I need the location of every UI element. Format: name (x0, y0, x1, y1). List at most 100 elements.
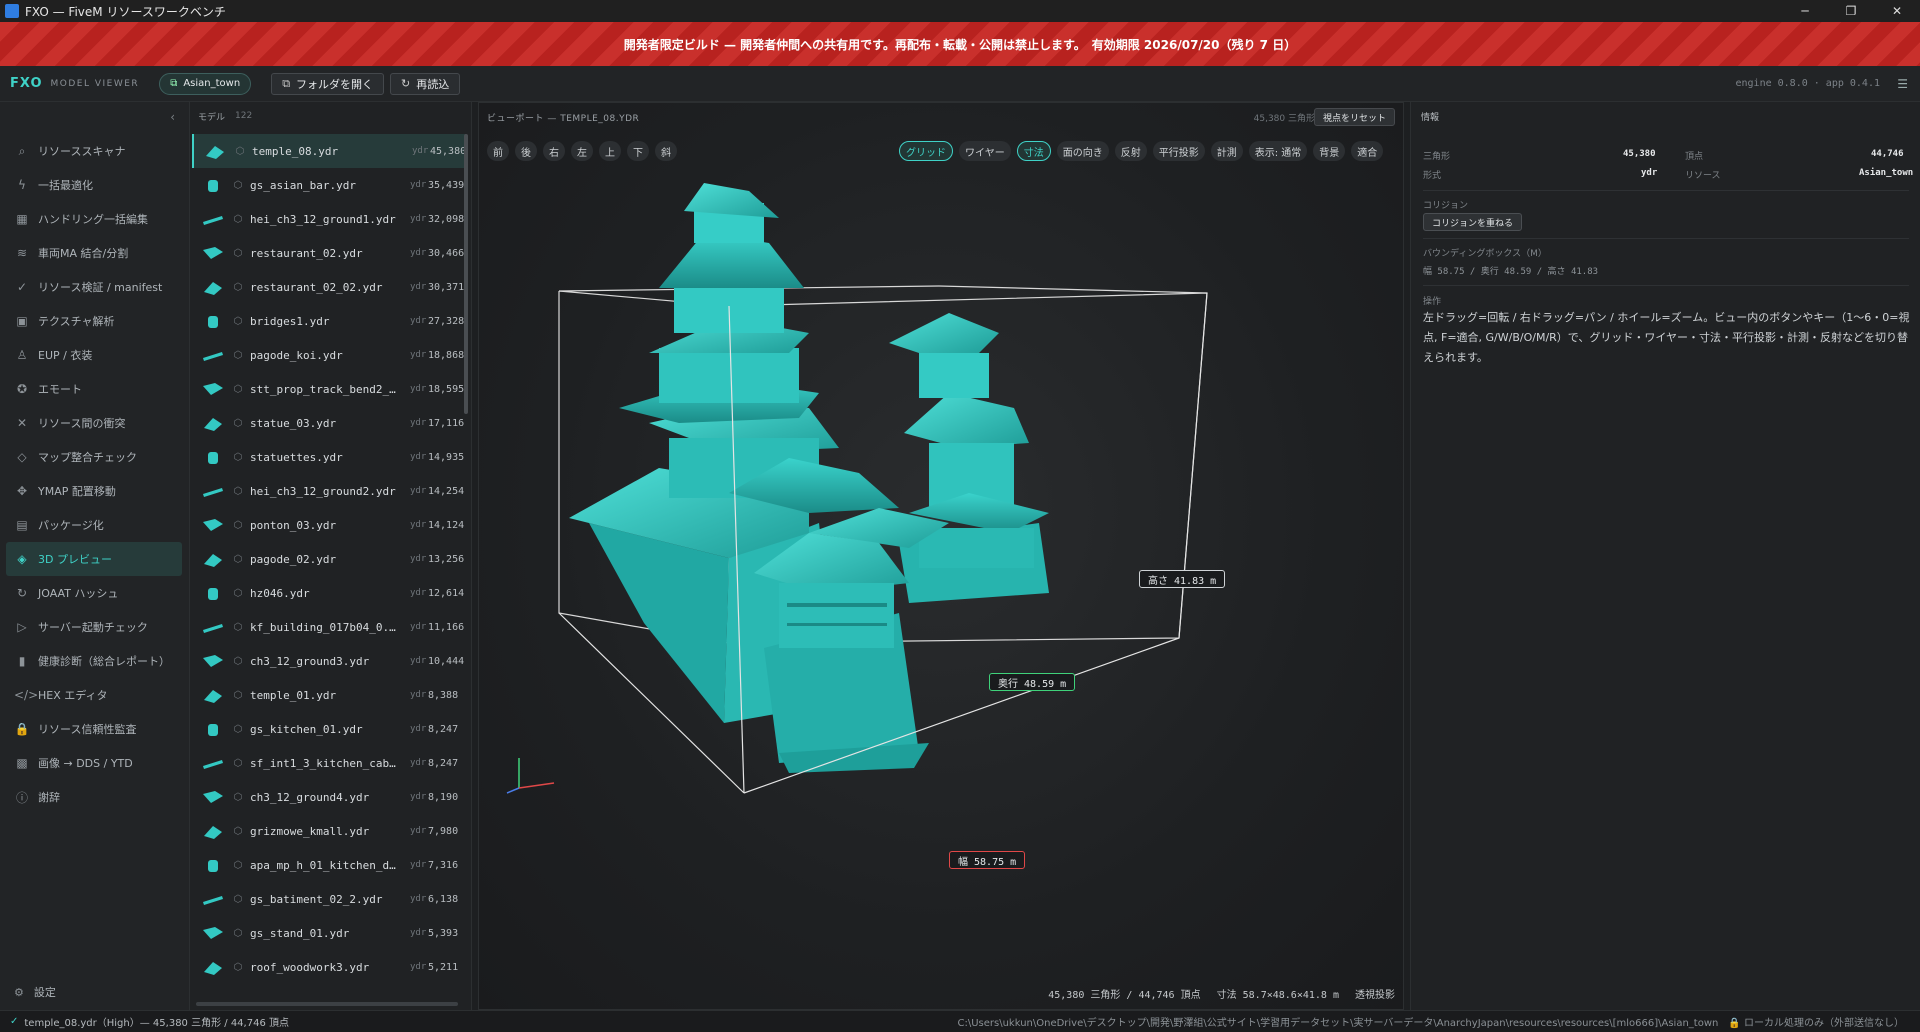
top-toolbar: FXO MODEL VIEWER ⧉ Asian_town ⧉ フォルダを開く … (0, 66, 1920, 102)
nav-item-16[interactable]: </> HEX エディタ (6, 678, 182, 712)
model-row[interactable]: ⬡ statuettes.ydr ydr 14,935 (192, 440, 466, 474)
package-icon: ▤ (16, 518, 28, 532)
settings-sliders-icon[interactable]: ☰ (1897, 77, 1908, 91)
model-row[interactable]: ⬡ ch3_12_ground4.ydr ydr 8,190 (192, 780, 466, 814)
cube-icon: ⬡ (233, 383, 243, 395)
model-row[interactable]: ⬡ stt_prop_track_bend2_bar_... ydr18,595 (192, 372, 466, 406)
model-name: grizmowe_kmall.ydr (250, 824, 370, 838)
refresh-icon: ↻ (16, 586, 28, 600)
model-ext: ydr (410, 214, 427, 224)
nav-item-17[interactable]: 🔒 リソース信頼性監査 (6, 712, 182, 746)
settings-button[interactable]: ⚙ 設定 (14, 984, 56, 1000)
model-thumbnail (200, 786, 226, 808)
nav-item-15[interactable]: ▮ 健康診断（総合レポート） (6, 644, 182, 678)
nav-item-4[interactable]: ✓ リソース検証 / manifest (6, 270, 182, 304)
nav-item-2[interactable]: ▦ ハンドリング一括編集 (6, 202, 182, 236)
model-ext: ydr (410, 928, 427, 938)
model-list-scrollbar[interactable] (464, 134, 468, 414)
collapse-sidebar-icon[interactable]: ‹ (170, 110, 175, 124)
nav-item-10[interactable]: ✥ YMAP 配置移動 (6, 474, 182, 508)
nav-item-8[interactable]: ✕ リソース間の衝突 (6, 406, 182, 440)
maximize-button[interactable]: ❐ (1828, 0, 1874, 22)
model-row[interactable]: ⬡ gs_asian_bar.ydr ydr 35,439 (192, 168, 466, 202)
model-thumbnail (200, 310, 226, 332)
model-ext: ydr (410, 384, 427, 394)
model-row[interactable]: ⬡ grizmowe_kmall.ydr ydr 7,980 (192, 814, 466, 848)
model-row[interactable]: ⬡ apa_mp_h_01_kitchen_dini... ydr7,316 (192, 848, 466, 882)
resource-chip[interactable]: ⧉ Asian_town (159, 72, 252, 95)
model-row[interactable]: ⬡ roof_woodwork3.ydr ydr 5,211 (192, 950, 466, 984)
depth-dimension-label: 奥行 48.59 m (989, 673, 1076, 691)
model-name: apa_mp_h_01_kitchen_dini... (250, 858, 400, 872)
model-tris: 8,247 (428, 757, 459, 769)
overlay-collision-button[interactable]: コリジョンを重ねる (1423, 213, 1523, 231)
model-tris: 5,393 (428, 927, 459, 939)
cube-icon: ⬡ (233, 621, 243, 633)
model-row[interactable]: ⬡ hz046.ydr ydr 12,614 (192, 576, 466, 610)
nav-item-6[interactable]: ♙ EUP / 衣装 (6, 338, 182, 372)
model-row[interactable]: ⬡ hei_ch3_12_ground1.ydr ydr 32,098 (192, 202, 466, 236)
open-folder-button[interactable]: ⧉ フォルダを開く (271, 72, 385, 95)
tri-label: 三角形 (1423, 152, 1451, 162)
temple-model (569, 183, 1049, 773)
model-thumbnail (200, 616, 226, 638)
nav-item-7[interactable]: ✪ エモート (6, 372, 182, 406)
banner-text: 開発者限定ビルド — 開発者仲間への共有用です。再配布・転載・公開は禁止します。… (623, 37, 1297, 52)
minimize-button[interactable]: ─ (1782, 0, 1828, 22)
model-ext: ydr (410, 180, 427, 190)
model-row[interactable]: ⬡ pagode_02.ydr ydr 13,256 (192, 542, 466, 576)
model-row[interactable]: ⬡ gs_kitchen_01.ydr ydr 8,247 (192, 712, 466, 746)
resource-chip-label: Asian_town (183, 78, 241, 89)
nav-item-18[interactable]: ▩ 画像 → DDS / YTD (6, 746, 182, 780)
model-list-hscrollbar[interactable] (196, 1002, 458, 1006)
model-render[interactable] (479, 103, 1403, 1009)
model-ext: ydr (410, 860, 427, 870)
model-row[interactable]: ⬡ restaurant_02.ydr ydr 30,466 (192, 236, 466, 270)
model-row[interactable]: ⬡ gs_stand_01.ydr ydr 5,393 (192, 916, 466, 950)
bolt-icon: ϟ (18, 178, 26, 192)
model-row[interactable]: ⬡ temple_01.ydr ydr 8,388 (192, 678, 466, 712)
model-row[interactable]: ⬡ gs_batiment_02_2.ydr ydr 6,138 (192, 882, 466, 916)
viewport-panel[interactable]: ビューポート — TEMPLE_08.YDR 45,380 三角形 視点をリセッ… (478, 102, 1404, 1010)
model-row[interactable]: ⬡ restaurant_02_02.ydr ydr 30,371 (192, 270, 466, 304)
model-row[interactable]: ⬡ temple_08.ydr ydr 45,380 (192, 134, 466, 168)
nav-item-5[interactable]: ▣ テクスチャ解析 (6, 304, 182, 338)
nav-item-13[interactable]: ↻ JOAAT ハッシュ (6, 576, 182, 610)
nav-item-11[interactable]: ▤ パッケージ化 (6, 508, 182, 542)
grid-icon: ▦ (16, 212, 28, 226)
nav-item-9[interactable]: ◇ マップ整合チェック (6, 440, 182, 474)
reload-button[interactable]: ↻ 再読込 (390, 72, 461, 95)
nav-item-3[interactable]: ≋ 車両MA 結合/分割 (6, 236, 182, 270)
info-row-tris: 三角形 45,380 頂点 44,746 (1423, 149, 1919, 165)
model-row[interactable]: ⬡ bridges1.ydr ydr 27,328 (192, 304, 466, 338)
close-button[interactable]: ✕ (1874, 0, 1920, 22)
model-ext: ydr (410, 248, 427, 258)
model-tris: 12,614 (428, 587, 465, 599)
model-thumbnail (200, 514, 226, 536)
format-value: ydr (1641, 168, 1658, 178)
nav-item-19[interactable]: ⓘ 謝辞 (6, 780, 182, 814)
nav-item-0[interactable]: ⌕ リソーススキャナ (6, 134, 182, 168)
nav-item-12[interactable]: ◈ 3D プレビュー (6, 542, 182, 576)
model-row[interactable]: ⬡ ch3_12_ground3.ydr ydr 10,444 (192, 644, 466, 678)
model-ext: ydr (410, 418, 427, 428)
model-tris: 5,211 (428, 961, 459, 973)
model-tris: 7,980 (428, 825, 459, 837)
model-thumbnail (200, 446, 226, 468)
model-row[interactable]: ⬡ ponton_03.ydr ydr 14,124 (192, 508, 466, 542)
operations-label: 操作 (1423, 297, 1442, 307)
model-thumbnail (200, 854, 226, 876)
nav-item-label: リソーススキャナ (38, 145, 126, 158)
model-row[interactable]: ⬡ hei_ch3_12_ground2.ydr ydr 14,254 (192, 474, 466, 508)
model-tris: 27,328 (428, 315, 465, 327)
model-thumbnail (200, 718, 226, 740)
model-row[interactable]: ⬡ kf_building_017b04_0.ydr ydr 11,166 (192, 610, 466, 644)
resource-label: リソース (1685, 171, 1721, 181)
model-row[interactable]: ⬡ pagode_koi.ydr ydr 18,868 (192, 338, 466, 372)
model-row[interactable]: ⬡ statue_03.ydr ydr 17,116 (192, 406, 466, 440)
nav-item-14[interactable]: ▷ サーバー起動チェック (6, 610, 182, 644)
title-bar: FXO — FiveM リソースワークベンチ ─ ❐ ✕ (0, 0, 1920, 22)
model-name: bridges1.ydr (250, 314, 330, 328)
model-row[interactable]: ⬡ sf_int1_3_kitchen_cabinets... ydr8,247 (192, 746, 466, 780)
nav-item-1[interactable]: ϟ 一括最適化 (6, 168, 182, 202)
